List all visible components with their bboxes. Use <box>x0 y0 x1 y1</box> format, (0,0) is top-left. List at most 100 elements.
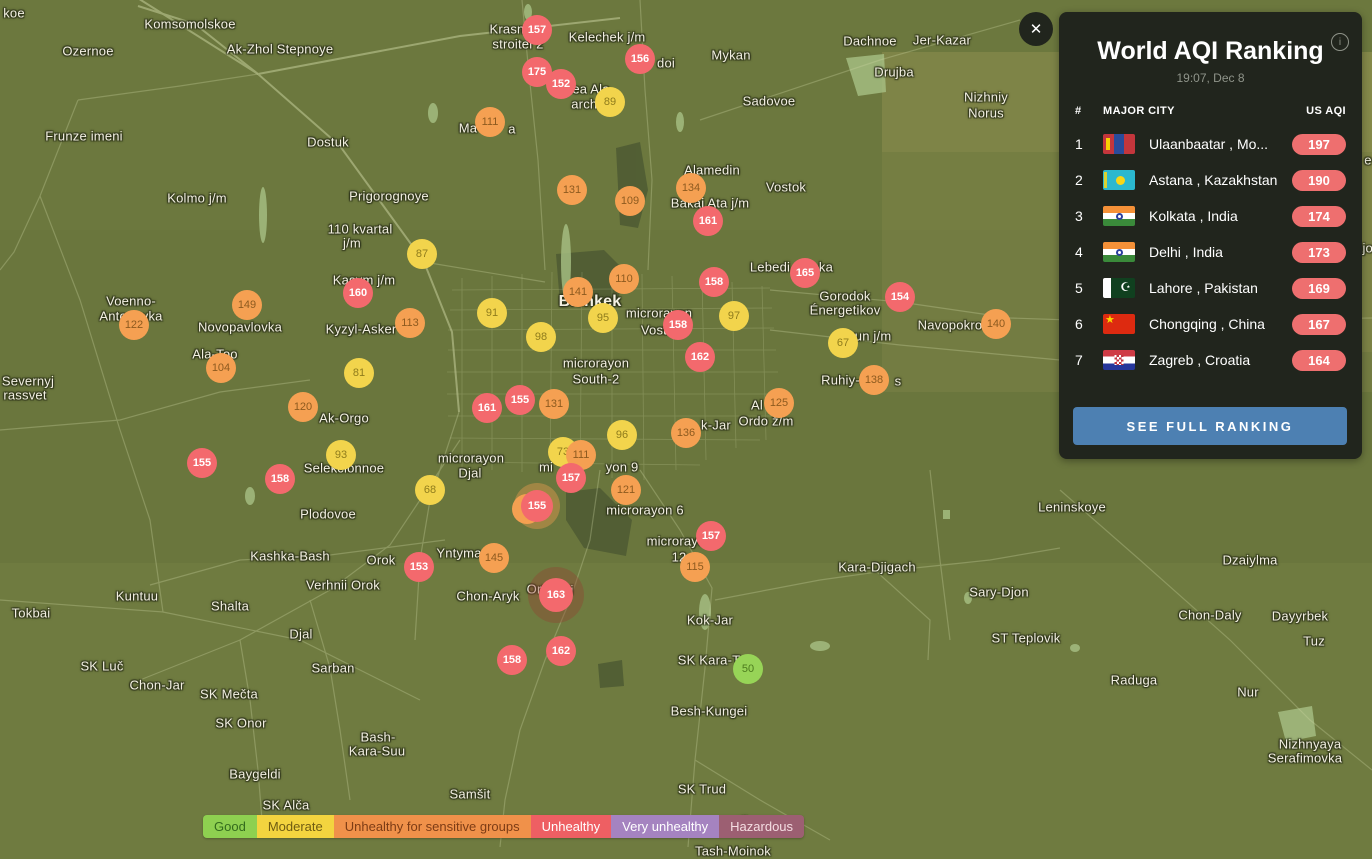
aqi-marker[interactable]: 93 <box>326 440 356 470</box>
map-label: SK Alča <box>263 798 310 813</box>
aqi-marker[interactable]: 115 <box>680 552 710 582</box>
aqi-marker[interactable]: 162 <box>546 636 576 666</box>
aqi-marker[interactable]: 134 <box>676 173 706 203</box>
map-label: j/m <box>343 236 361 251</box>
map-label: Prigorognoye <box>349 189 429 204</box>
aqi-marker[interactable]: 113 <box>395 308 425 338</box>
aqi-marker[interactable]: 160 <box>343 278 373 308</box>
aqi-marker[interactable]: 149 <box>232 290 262 320</box>
map-label: Jer-Kazar <box>913 33 971 48</box>
map-label: Ak-Orgo <box>319 411 369 426</box>
ranking-row[interactable]: 3Kolkata , India174 <box>1059 198 1362 234</box>
map-label: Krasn <box>490 22 525 37</box>
map-label: Sadovoe <box>743 94 796 109</box>
cn-flag-icon <box>1103 314 1135 334</box>
aqi-marker[interactable]: 50 <box>733 654 763 684</box>
aqi-marker[interactable]: 141 <box>563 277 593 307</box>
aqi-marker[interactable]: 120 <box>288 392 318 422</box>
aqi-marker[interactable]: 156 <box>625 44 655 74</box>
legend-item: Very unhealthy <box>611 815 719 838</box>
aqi-marker[interactable]: 89 <box>595 87 625 117</box>
aqi-marker[interactable]: 138 <box>859 365 889 395</box>
map-label: SK Mečta <box>200 687 258 702</box>
aqi-marker[interactable]: 104 <box>206 353 236 383</box>
aqi-marker[interactable]: 110 <box>609 264 639 294</box>
aqi-marker[interactable]: 158 <box>265 464 295 494</box>
aqi-marker[interactable]: 152 <box>546 69 576 99</box>
map-label: Voenno- <box>106 294 156 309</box>
city-name: Ulaanbaatar , Mo... <box>1149 136 1292 152</box>
map-label: Chon-Jar <box>129 678 184 693</box>
map-label: Baygeldi <box>229 767 280 782</box>
map-label: Chon-Aryk <box>456 589 519 604</box>
aqi-marker[interactable]: 67 <box>828 328 858 358</box>
aqi-marker[interactable]: 68 <box>415 475 445 505</box>
aqi-marker[interactable]: 155 <box>187 448 217 478</box>
aqi-badge: 164 <box>1292 350 1346 371</box>
city-name: Lahore , Pakistan <box>1149 280 1292 296</box>
aqi-marker[interactable]: 97 <box>719 301 749 331</box>
map-label: Navopokro <box>918 318 983 333</box>
map-label: Serafimovka <box>1268 751 1342 766</box>
aqi-marker[interactable]: 81 <box>344 358 374 388</box>
ranking-row[interactable]: 4Delhi , India173 <box>1059 234 1362 270</box>
aqi-marker[interactable]: 140 <box>981 309 1011 339</box>
aqi-marker[interactable]: 157 <box>522 15 552 45</box>
map-label: Drujba <box>874 65 914 80</box>
aqi-marker[interactable]: 161 <box>693 206 723 236</box>
map-label: Tuz <box>1303 634 1325 649</box>
aqi-marker[interactable]: 96 <box>607 420 637 450</box>
map-label: Novopavlovka <box>198 320 282 335</box>
aqi-marker[interactable]: 162 <box>685 342 715 372</box>
map-label: Kelechek j/m <box>569 30 646 45</box>
aqi-column-header: US AQI <box>1306 105 1346 117</box>
aqi-marker[interactable]: 165 <box>790 258 820 288</box>
aqi-marker[interactable]: 157 <box>696 521 726 551</box>
aqi-marker[interactable]: 155 <box>521 490 553 522</box>
aqi-marker[interactable]: 131 <box>539 389 569 419</box>
close-panel-button[interactable]: ✕ <box>1019 12 1053 46</box>
map-label: Bash- <box>361 730 396 745</box>
aqi-marker[interactable]: 161 <box>472 393 502 423</box>
legend-item: Unhealthy <box>531 815 612 838</box>
aqi-marker[interactable]: 131 <box>557 175 587 205</box>
aqi-marker[interactable]: 163 <box>539 578 573 612</box>
ranking-row[interactable]: 2Astana , Kazakhstan190 <box>1059 162 1362 198</box>
map-label: Ak-Zhol Stepnoye <box>227 42 334 57</box>
ranking-row[interactable]: 5Lahore , Pakistan169 <box>1059 270 1362 306</box>
map-label: Dayyrbek <box>1272 609 1329 624</box>
aqi-marker[interactable]: 145 <box>479 543 509 573</box>
ranking-row[interactable]: 1 Ulaanbaatar , Mo...197 <box>1059 126 1362 162</box>
aqi-marker[interactable]: 87 <box>407 239 437 269</box>
aqi-marker[interactable]: 136 <box>671 418 701 448</box>
aqi-marker[interactable]: 157 <box>556 463 586 493</box>
rank-number: 1 <box>1075 136 1103 152</box>
aqi-marker[interactable]: 122 <box>119 310 149 340</box>
aqi-marker[interactable]: 111 <box>475 107 505 137</box>
aqi-badge: 197 <box>1292 134 1346 155</box>
aqi-marker[interactable]: 125 <box>764 388 794 418</box>
aqi-marker[interactable]: 91 <box>477 298 507 328</box>
info-icon[interactable]: i <box>1331 33 1349 51</box>
aqi-marker[interactable]: 158 <box>497 645 527 675</box>
aqi-marker[interactable]: 154 <box>885 282 915 312</box>
map-label: doi <box>657 56 675 71</box>
map-label: Mykan <box>711 48 750 63</box>
map-label: Djal <box>458 466 481 481</box>
aqi-marker[interactable]: 153 <box>404 552 434 582</box>
ranking-row[interactable]: 7Zagreb , Croatia164 <box>1059 342 1362 378</box>
aqi-marker[interactable]: 109 <box>615 186 645 216</box>
map-label: Kok-Jar <box>687 613 733 628</box>
aqi-marker[interactable]: 155 <box>505 385 535 415</box>
aqi-marker[interactable]: 158 <box>699 267 729 297</box>
aqi-marker[interactable]: 95 <box>588 303 618 333</box>
mn-flag-icon <box>1103 134 1135 154</box>
aqi-marker[interactable]: 158 <box>663 310 693 340</box>
map-label: Sary-Djon <box>969 585 1029 600</box>
ranking-row[interactable]: 6Chongqing , China167 <box>1059 306 1362 342</box>
aqi-marker[interactable]: 121 <box>611 475 641 505</box>
legend-item: Moderate <box>257 815 334 838</box>
aqi-marker[interactable]: 98 <box>526 322 556 352</box>
map-label: ka <box>819 260 833 275</box>
see-full-ranking-button[interactable]: SEE FULL RANKING <box>1073 407 1347 445</box>
